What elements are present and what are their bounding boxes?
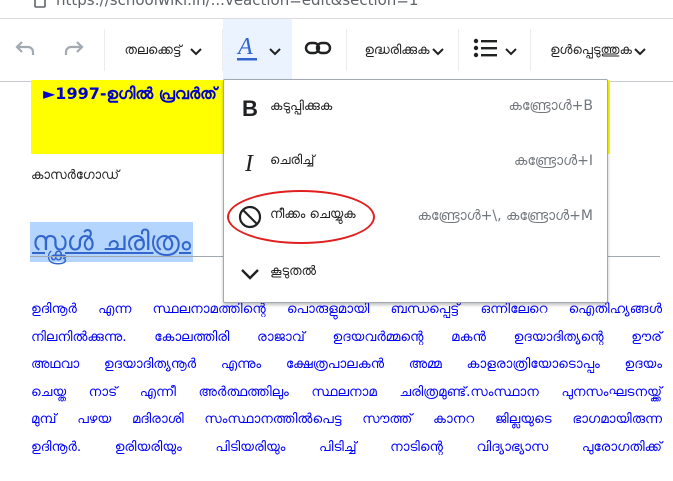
- chevron-down-icon: [238, 262, 262, 286]
- list-dropdown[interactable]: [462, 19, 528, 81]
- insert-label: ഉൾപ്പെടുത്തുക: [550, 42, 632, 58]
- chevron-down-icon: [268, 41, 281, 60]
- toolbar-separator: [104, 29, 105, 71]
- menu-item-shortcut: കണ്ട്രോൾ+I: [513, 153, 593, 169]
- paragraph-line: അഥവാ ഉദയാദിത്യനൂർ എന്നും ക്ഷേത്രപാലകൻ അമ…: [31, 356, 662, 372]
- paragraph-line: മുമ്പ് പഴയ മദിരാശി സംസ്ഥാനത്തിൽപെട്ട സൗത…: [31, 411, 662, 427]
- url-text[interactable]: https://schoolwiki.in/...veaction=edit&s…: [56, 0, 418, 9]
- redo-icon: [62, 36, 86, 64]
- menu-item-label: കടുപ്പിക്കുക: [270, 99, 333, 114]
- svg-text:I: I: [244, 151, 254, 174]
- chevron-down-icon: [431, 41, 444, 60]
- toolbar-separator: [530, 29, 531, 71]
- banner-text: ►1997-ഉഗിൽ പ്രവർത്: [43, 84, 217, 103]
- undo-icon: [13, 36, 37, 64]
- browser-address-bar[interactable]: https://schoolwiki.in/...veaction=edit&s…: [0, 0, 673, 14]
- text-style-icon: A: [235, 34, 261, 66]
- insert-dropdown[interactable]: ഉൾപ്പെടുത്തുക: [534, 19, 662, 81]
- italic-icon: I: [238, 150, 262, 174]
- chevron-down-icon: [189, 41, 202, 60]
- menu-item-more[interactable]: കൂടുതൽ: [224, 248, 607, 304]
- body-paragraph[interactable]: ഉദിനൂർ എന്ന സ്ഥലനാമത്തിന്റെ പൊരുളുമായി ബ…: [31, 296, 662, 461]
- undo-button[interactable]: [8, 19, 42, 81]
- link-button[interactable]: [294, 19, 342, 81]
- paragraph-line: നിലനിൽക്കുന്നു. കോലത്തിരി രാജാവ് ഉദയവർമ്…: [31, 328, 662, 345]
- menu-item-shortcut: കണ്ട്രോൾ+B: [508, 98, 594, 114]
- menu-item-shortcut: കണ്ട്രോൾ+\, കണ്ട്രോൾ+M: [417, 208, 593, 224]
- menu-item-italic[interactable]: I ചെരിച്ച് കണ്ട്രോൾ+I: [224, 136, 607, 192]
- link-icon: [304, 39, 332, 61]
- menu-item-label: നീക്കം ചെയ്യുക: [270, 207, 356, 222]
- chevron-down-icon: [505, 41, 517, 60]
- svg-text:B: B: [242, 97, 258, 119]
- paragraph-format-dropdown[interactable]: തലക്കെട്ട്: [108, 19, 218, 81]
- toolbar-separator: [346, 29, 347, 71]
- cite-dropdown[interactable]: ഉദ്ധരിക്കുക: [352, 19, 456, 81]
- menu-item-bold[interactable]: B കടുപ്പിക്കുക കണ്ട്രോൾ+B: [224, 80, 607, 136]
- lock-icon: [34, 0, 46, 12]
- bullet-list-icon: [473, 37, 497, 63]
- menu-item-clear-formatting[interactable]: നീക്കം ചെയ്യുക കണ്ട്രോൾ+\, കണ്ട്രോൾ+M: [224, 192, 607, 248]
- toolbar-separator: [458, 29, 459, 71]
- redo-button[interactable]: [56, 19, 92, 81]
- chevron-down-icon: [634, 41, 646, 60]
- text-style-menu: B കടുപ്പിക്കുക കണ്ട്രോൾ+B I ചെരിച്ച് കണ്…: [223, 79, 608, 303]
- paragraph-line: ചെയ്ത നാട് എന്നീ അർത്ഥത്തിലും സ്ഥലനാമ ചര…: [31, 383, 662, 400]
- svg-text:A: A: [236, 34, 253, 60]
- clear-formatting-icon: [238, 205, 262, 229]
- location-text: കാസർഗോഡ്: [31, 168, 120, 183]
- bold-icon: B: [238, 96, 262, 120]
- menu-item-label: ചെരിച്ച്: [270, 153, 315, 168]
- menu-item-label: കൂടുതൽ: [270, 264, 317, 279]
- paragraph-format-label: തലക്കെട്ട്: [124, 42, 182, 58]
- editor-toolbar: തലക്കെട്ട് A ഉദ്ധരിക്കുക ഉൾപ്പെടുത്തുക: [0, 18, 673, 82]
- cite-label: ഉദ്ധരിക്കുക: [364, 42, 430, 58]
- paragraph-line: ഉദിനൂർ. ഉരിയരിയും പിടിയരിയും പിടിച്ച് നാ…: [31, 438, 662, 455]
- text-style-button[interactable]: A: [223, 19, 292, 81]
